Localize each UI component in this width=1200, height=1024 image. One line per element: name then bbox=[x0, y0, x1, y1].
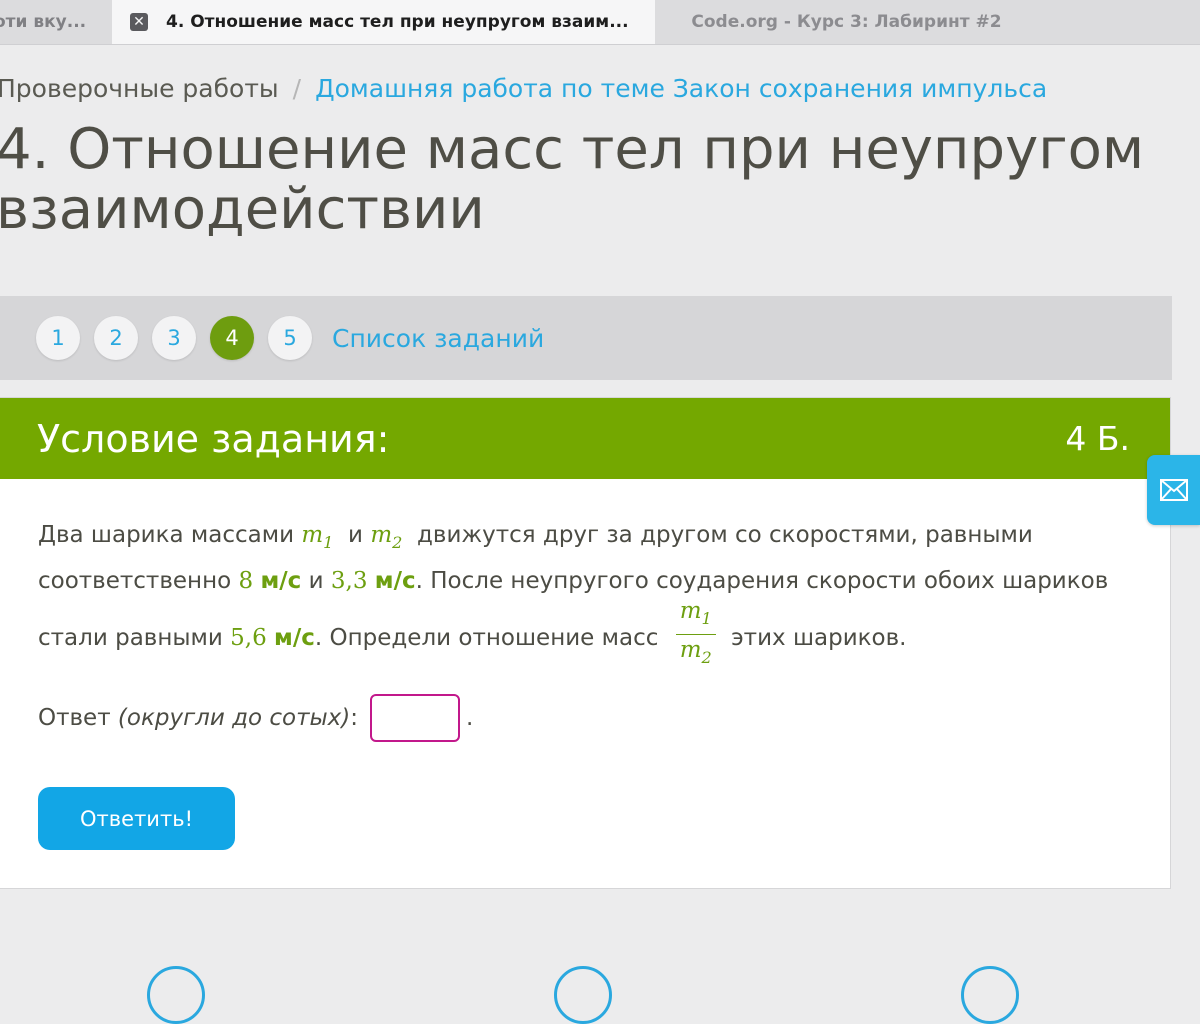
velocity-unit: м/с bbox=[260, 568, 302, 594]
math-var: m bbox=[679, 598, 702, 624]
fraction-denominator: m2 bbox=[676, 635, 716, 673]
breadcrumb-separator: / bbox=[292, 74, 302, 103]
task-points: 4 Б. bbox=[1065, 419, 1130, 458]
page-title: 4. Отношение масс тел при неупругом взаи… bbox=[0, 117, 1145, 242]
answer-colon: : bbox=[350, 705, 359, 731]
math-var: m bbox=[370, 522, 393, 548]
answer-row: Ответ (округли до сотых): . bbox=[38, 694, 473, 742]
math-subscript: 2 bbox=[701, 648, 712, 667]
velocity-1: 8 м/с bbox=[239, 568, 302, 594]
math-subscript: 1 bbox=[323, 533, 334, 552]
breadcrumb: Проверочные работы / Домашняя работа по те… bbox=[0, 74, 1047, 103]
browser-tab-active[interactable]: ✕ 4. Отношение масс тел при неупругом вз… bbox=[112, 0, 655, 44]
mail-icon bbox=[1159, 479, 1188, 501]
velocity-value: 8 bbox=[238, 568, 254, 594]
task-card-header: Условие задания: 4 Б. bbox=[0, 398, 1170, 479]
problem-text-part: . Определи отношение масс bbox=[314, 625, 659, 651]
problem-text: Два шарика массами m1 и m2 движутся друг… bbox=[38, 516, 1138, 677]
answer-dot: . bbox=[466, 705, 474, 731]
velocity-unit: м/с bbox=[274, 625, 315, 651]
velocity-value: 5,6 bbox=[230, 625, 267, 651]
breadcrumb-item-tests[interactable]: Проверочные работы bbox=[0, 74, 279, 103]
browser-tab-bar: оти вку... ✕ 4. Отношение масс тел при н… bbox=[0, 0, 1200, 45]
fraction-numerator: m1 bbox=[675, 596, 716, 635]
tab-title: 4. Отношение масс тел при неупругом взаи… bbox=[166, 12, 629, 32]
answer-label: Ответ bbox=[38, 705, 111, 731]
mass-ratio-fraction: m1 m2 bbox=[675, 596, 716, 673]
task-condition-title: Условие задания: bbox=[37, 416, 390, 461]
velocity-unit: м/с bbox=[374, 568, 416, 594]
problem-text-part: и bbox=[348, 522, 363, 548]
bottom-circle-icon[interactable] bbox=[147, 966, 205, 1024]
task-button-5[interactable]: 5 bbox=[268, 316, 312, 360]
submit-answer-button[interactable]: Ответить! bbox=[38, 787, 235, 850]
bottom-circle-icon[interactable] bbox=[961, 966, 1019, 1024]
tab-title: Code.org - Курс 3: Лабиринт #2 bbox=[691, 12, 1002, 32]
task-navigation: 1 2 3 4 5 Список заданий bbox=[0, 296, 1172, 380]
math-subscript: 1 bbox=[701, 609, 712, 628]
tab-title: оти вку... bbox=[0, 12, 87, 32]
task-list-link[interactable]: Список заданий bbox=[332, 324, 544, 353]
breadcrumb-item-homework[interactable]: Домашняя работа по теме Закон сохранения… bbox=[315, 74, 1047, 103]
problem-text-part: и bbox=[308, 568, 324, 594]
mass-m1: m1 bbox=[301, 522, 333, 552]
math-var: m bbox=[679, 637, 702, 663]
answer-input[interactable] bbox=[370, 694, 461, 742]
task-button-2[interactable]: 2 bbox=[94, 316, 138, 360]
math-var: m bbox=[301, 522, 324, 548]
task-button-4-active[interactable]: 4 bbox=[210, 316, 254, 360]
task-card: Условие задания: 4 Б. Два шарика массами… bbox=[0, 397, 1171, 889]
feedback-mail-button[interactable] bbox=[1147, 455, 1200, 525]
velocity-3: 5,6 м/с bbox=[230, 625, 315, 651]
answer-hint: (округли до сотых) bbox=[117, 705, 351, 731]
close-icon[interactable]: ✕ bbox=[130, 13, 148, 31]
velocity-value: 3,3 bbox=[330, 568, 368, 594]
task-button-3[interactable]: 3 bbox=[152, 316, 196, 360]
browser-tab-next[interactable]: Code.org - Курс 3: Лабиринт #2 bbox=[655, 0, 1200, 44]
browser-tab-previous[interactable]: оти вку... bbox=[0, 0, 110, 44]
problem-text-part: Два шарика массами bbox=[38, 522, 295, 548]
math-subscript: 2 bbox=[392, 533, 403, 552]
velocity-2: 3,3 м/с bbox=[331, 568, 416, 594]
task-button-1[interactable]: 1 bbox=[36, 316, 80, 360]
mass-m2: m2 bbox=[370, 522, 402, 552]
problem-text-part: этих шариков. bbox=[731, 625, 907, 651]
bottom-circle-icon[interactable] bbox=[554, 966, 612, 1024]
